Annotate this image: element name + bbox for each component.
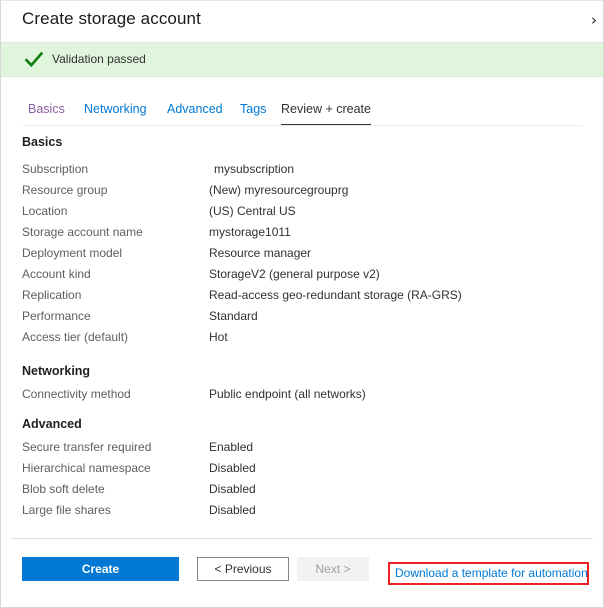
previous-button[interactable]: < Previous xyxy=(197,557,289,581)
row-label-connectivity-method: Connectivity method xyxy=(22,387,131,401)
row-label-secure-transfer-required: Secure transfer required xyxy=(22,440,151,454)
row-label-resource-group: Resource group xyxy=(22,183,107,197)
row-label-access-tier: Access tier (default) xyxy=(22,330,128,344)
row-value-deployment-model: Resource manager xyxy=(209,246,311,260)
row-label-performance: Performance xyxy=(22,309,91,323)
download-template-link[interactable]: Download a template for automation xyxy=(395,566,588,580)
section-heading-networking: Networking xyxy=(22,364,90,378)
create-button[interactable]: Create xyxy=(22,557,179,581)
chevron-right-icon[interactable]: › xyxy=(591,11,604,29)
tab-basics[interactable]: Basics xyxy=(28,99,65,124)
checkmark-icon xyxy=(24,50,44,70)
row-value-location: (US) Central US xyxy=(209,204,296,218)
row-value-account-kind: StorageV2 (general purpose v2) xyxy=(209,267,380,281)
footer-divider xyxy=(11,538,593,539)
row-label-subscription: Subscription xyxy=(22,162,88,176)
tab-tags[interactable]: Tags xyxy=(240,99,266,124)
validation-status-text: Validation passed xyxy=(52,52,146,66)
wizard-tabs: Basics Networking Advanced Tags Review +… xyxy=(1,99,603,125)
row-label-replication: Replication xyxy=(22,288,81,302)
create-storage-account-blade: Create storage account › Validation pass… xyxy=(0,0,604,608)
row-value-connectivity-method: Public endpoint (all networks) xyxy=(209,387,366,401)
row-label-large-file-shares: Large file shares xyxy=(22,503,111,517)
validation-banner: Validation passed xyxy=(1,42,603,77)
tab-review-create[interactable]: Review + create xyxy=(281,99,371,126)
row-label-location: Location xyxy=(22,204,67,218)
row-value-storage-account-name: mystorage1011 xyxy=(209,225,291,239)
row-label-hierarchical-namespace: Hierarchical namespace xyxy=(22,461,151,475)
section-heading-basics: Basics xyxy=(22,135,62,149)
blade-header: Create storage account › xyxy=(1,1,603,41)
row-value-replication: Read-access geo-redundant storage (RA-GR… xyxy=(209,288,462,302)
page-title: Create storage account xyxy=(22,9,201,29)
row-value-resource-group: (New) myresourcegrouprg xyxy=(209,183,348,197)
row-value-access-tier: Hot xyxy=(209,330,228,344)
row-value-subscription: mysubscription xyxy=(214,162,294,176)
row-value-performance: Standard xyxy=(209,309,258,323)
row-label-deployment-model: Deployment model xyxy=(22,246,122,260)
row-label-blob-soft-delete: Blob soft delete xyxy=(22,482,105,496)
section-heading-advanced: Advanced xyxy=(22,417,82,431)
row-value-blob-soft-delete: Disabled xyxy=(209,482,256,496)
tab-advanced[interactable]: Advanced xyxy=(167,99,223,124)
row-value-large-file-shares: Disabled xyxy=(209,503,256,517)
row-label-storage-account-name: Storage account name xyxy=(22,225,143,239)
row-value-hierarchical-namespace: Disabled xyxy=(209,461,256,475)
row-value-secure-transfer-required: Enabled xyxy=(209,440,253,454)
tab-networking[interactable]: Networking xyxy=(84,99,147,124)
row-label-account-kind: Account kind xyxy=(22,267,91,281)
next-button: Next > xyxy=(297,557,369,581)
tabs-divider xyxy=(22,125,582,126)
